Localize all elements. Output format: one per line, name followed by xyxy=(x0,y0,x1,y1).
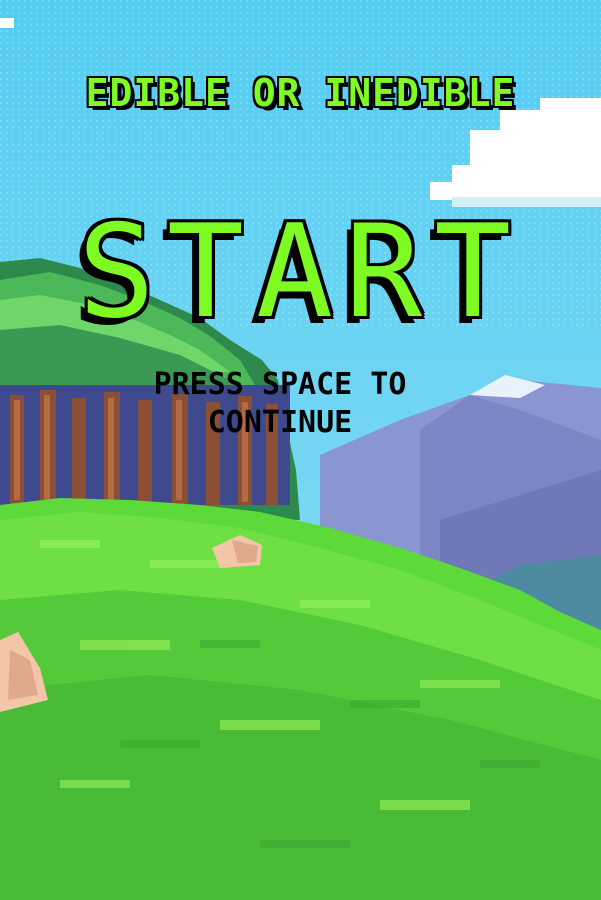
press-space-instruction: PRESS SPACE TO CONTINUE xyxy=(153,367,407,440)
game-title: EDIBLE OR INEDIBLE xyxy=(85,71,516,115)
start-button[interactable]: START xyxy=(0,198,601,348)
start-screen: EDIBLE OR INEDIBLE START PRESS SPACE TO … xyxy=(0,0,601,900)
pixel-landscape-background xyxy=(0,0,601,900)
cloud xyxy=(0,18,14,28)
